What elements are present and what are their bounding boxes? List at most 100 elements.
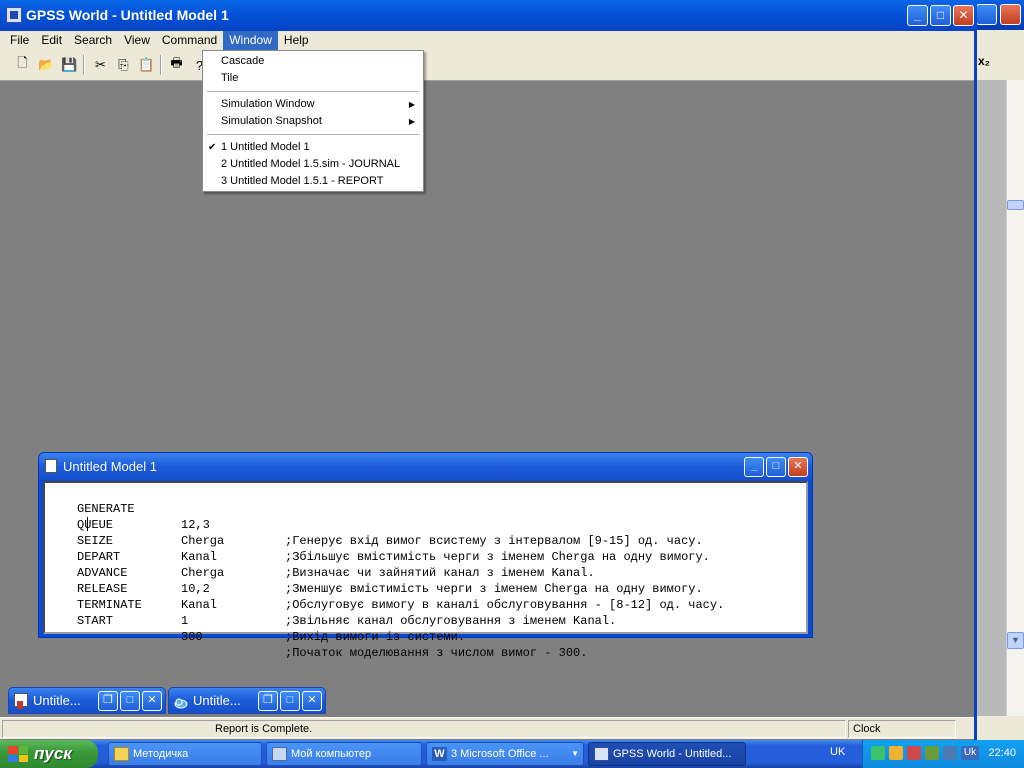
menu-edit[interactable]: Edit bbox=[35, 31, 68, 51]
antivirus-icon[interactable] bbox=[907, 746, 921, 760]
menu-item-simulation-window[interactable]: Simulation Window ▶ bbox=[203, 96, 423, 113]
code-arg: Kanal bbox=[181, 598, 218, 612]
document-icon[interactable] bbox=[45, 459, 57, 473]
paste-icon[interactable]: 📋 bbox=[135, 54, 158, 76]
menu-item-window-2[interactable]: 2 Untitled Model 1.5.sim - JOURNAL bbox=[203, 156, 423, 173]
taskbar-item-gpss[interactable]: GPSS World - Untitled... bbox=[588, 742, 746, 766]
menu-view[interactable]: View bbox=[118, 31, 156, 51]
code-editor[interactable]: GENERATE 12,3 ;Генерує вхід вимог всисте… bbox=[43, 481, 808, 660]
main-titlebar[interactable]: GPSS World - Untitled Model 1 _ □ ✕ bbox=[0, 0, 977, 31]
code-comment: ;Обслуговує вимогу в каналі обслуговуван… bbox=[285, 598, 725, 612]
menu-bar: File Edit Search View Command Window Hel… bbox=[0, 31, 974, 51]
clock[interactable]: 22:40 bbox=[988, 747, 1016, 759]
text-caret bbox=[87, 517, 88, 531]
minimized-window-simulation[interactable]: Untitle... ❐ □ ✕ bbox=[168, 687, 326, 714]
menu-search[interactable]: Search bbox=[68, 31, 118, 51]
restore-button[interactable]: ❐ bbox=[98, 691, 118, 711]
submenu-arrow-icon: ▶ bbox=[408, 117, 415, 126]
menu-item-label: Tile bbox=[221, 72, 239, 84]
scroll-thumb[interactable] bbox=[1007, 200, 1024, 210]
status-message: Report is Complete. bbox=[2, 720, 846, 738]
taskbar-item-word[interactable]: W 3 Microsoft Office ... ▼ bbox=[426, 742, 584, 766]
new-file-icon[interactable]: 🗋 bbox=[11, 54, 34, 76]
document-area bbox=[976, 80, 1006, 716]
code-arg: 300 bbox=[181, 630, 203, 644]
taskbar-item-label: 3 Microsoft Office ... bbox=[451, 748, 549, 760]
start-button[interactable]: пуск bbox=[0, 740, 98, 768]
printer-icon[interactable] bbox=[925, 746, 939, 760]
menu-command[interactable]: Command bbox=[156, 31, 223, 51]
maximize-button[interactable]: □ bbox=[766, 457, 786, 477]
close-button[interactable]: ✕ bbox=[953, 5, 974, 26]
minimized-window-report[interactable]: Untitle... ❐ □ ✕ bbox=[8, 687, 166, 714]
taskbar-item-computer[interactable]: Мой компьютер bbox=[266, 742, 422, 766]
model-title: Untitled Model 1 bbox=[63, 459, 157, 474]
open-folder-icon[interactable]: 📂 bbox=[35, 54, 58, 76]
cut-icon[interactable]: ✂ bbox=[89, 54, 112, 76]
code-arg: Cherga bbox=[181, 566, 225, 580]
vertical-scrollbar[interactable]: ▼ bbox=[1006, 80, 1024, 716]
code-line: RELEASE Kanal ;Звільняє канал обслуговув… bbox=[45, 565, 616, 628]
code-comment: ;Збільшує вмістимість черги з іменем Che… bbox=[285, 550, 710, 564]
toolbar-separator bbox=[83, 55, 85, 75]
restore-button[interactable]: ❐ bbox=[258, 691, 278, 711]
display-icon[interactable] bbox=[943, 746, 957, 760]
menu-item-window-3[interactable]: 3 Untitled Model 1.5.1 - REPORT bbox=[203, 173, 423, 190]
code-line: TERMINATE 1 ;Вихід вимоги із системи. bbox=[45, 581, 465, 644]
save-icon[interactable]: 💾 bbox=[58, 54, 81, 76]
toolbar: 🗋 📂 💾 ✂ ⎘ 📋 🖶 ? bbox=[0, 51, 974, 81]
subscript-icon[interactable]: x₂ bbox=[978, 54, 990, 68]
keyboard-layout-icon[interactable]: Uk bbox=[961, 746, 979, 760]
taskbar-item-label: Методичка bbox=[133, 748, 189, 760]
submenu-arrow-icon: ▶ bbox=[408, 100, 415, 109]
checkmark-icon: ✔ bbox=[208, 142, 217, 153]
taskbar-item-folder[interactable]: Методичка bbox=[108, 742, 262, 766]
scroll-down-icon[interactable]: ▼ bbox=[1007, 632, 1024, 649]
close-button[interactable]: ✕ bbox=[302, 691, 322, 711]
close-button[interactable]: ✕ bbox=[788, 457, 808, 477]
menu-item-cascade[interactable]: Cascade bbox=[203, 53, 423, 70]
start-label: пуск bbox=[34, 744, 72, 763]
minimize-button[interactable]: _ bbox=[907, 5, 928, 26]
code-comment: ;Генерує вхід вимог всистему з інтервало… bbox=[285, 534, 703, 548]
close-icon[interactable] bbox=[1000, 4, 1021, 25]
menu-file[interactable]: File bbox=[4, 31, 35, 51]
taskbar-item-label: GPSS World - Untitled... bbox=[613, 748, 732, 760]
code-arg: 1 bbox=[181, 614, 189, 628]
code-line: QUEUE Cherga ;Збільшує вмістимість черги… bbox=[45, 501, 710, 564]
network-icon[interactable] bbox=[871, 746, 885, 760]
copy-icon[interactable]: ⎘ bbox=[112, 54, 135, 76]
maximize-button[interactable]: □ bbox=[930, 5, 951, 26]
menu-separator bbox=[207, 91, 419, 92]
menu-item-label: Simulation Window bbox=[221, 98, 315, 110]
print-icon[interactable]: 🖶 bbox=[165, 54, 188, 76]
taskbar-item-label: Мой компьютер bbox=[291, 748, 372, 760]
model-titlebar[interactable]: Untitled Model 1 _ □ ✕ bbox=[39, 453, 812, 480]
menu-window[interactable]: Window bbox=[223, 31, 278, 51]
minimize-button[interactable]: _ bbox=[744, 457, 764, 477]
menu-item-tile[interactable]: Tile bbox=[203, 70, 423, 87]
menu-item-simulation-snapshot[interactable]: Simulation Snapshot ▶ bbox=[203, 113, 423, 130]
menu-item-window-1[interactable]: ✔ 1 Untitled Model 1 bbox=[203, 139, 423, 156]
menu-help[interactable]: Help bbox=[278, 31, 315, 51]
code-line: SEIZE Kanal ;Визначає чи зайнятий канал … bbox=[45, 517, 595, 580]
maximize-button[interactable]: □ bbox=[280, 691, 300, 711]
background-window-titlebar[interactable] bbox=[976, 0, 1024, 30]
speaker-icon[interactable] bbox=[889, 746, 903, 760]
code-op: START bbox=[77, 614, 114, 628]
model-editor-window: Untitled Model 1 _ □ ✕ GENERATE 12,3 ;Ге… bbox=[38, 452, 813, 660]
report-icon bbox=[14, 693, 28, 709]
menu-separator bbox=[207, 134, 419, 135]
maximize-button[interactable]: □ bbox=[120, 691, 140, 711]
restore-icon[interactable] bbox=[976, 4, 997, 25]
language-indicator[interactable]: UK bbox=[830, 746, 845, 758]
gpss-app-icon[interactable] bbox=[6, 7, 22, 23]
background-word-window[interactable]: x₂ ▼ bbox=[976, 0, 1024, 740]
gpss-icon bbox=[594, 747, 609, 761]
close-button[interactable]: ✕ bbox=[142, 691, 162, 711]
code-arg: 10,2 bbox=[181, 582, 210, 596]
code-line: START 300 ;Початок моделювання з числом … bbox=[45, 597, 587, 660]
code-line: ADVANCE 10,2 ;Обслуговує вимогу в каналі… bbox=[45, 549, 724, 612]
code-comment: ;Звільняє канал обслуговування з іменем … bbox=[285, 614, 617, 628]
code-arg: Cherga bbox=[181, 534, 225, 548]
